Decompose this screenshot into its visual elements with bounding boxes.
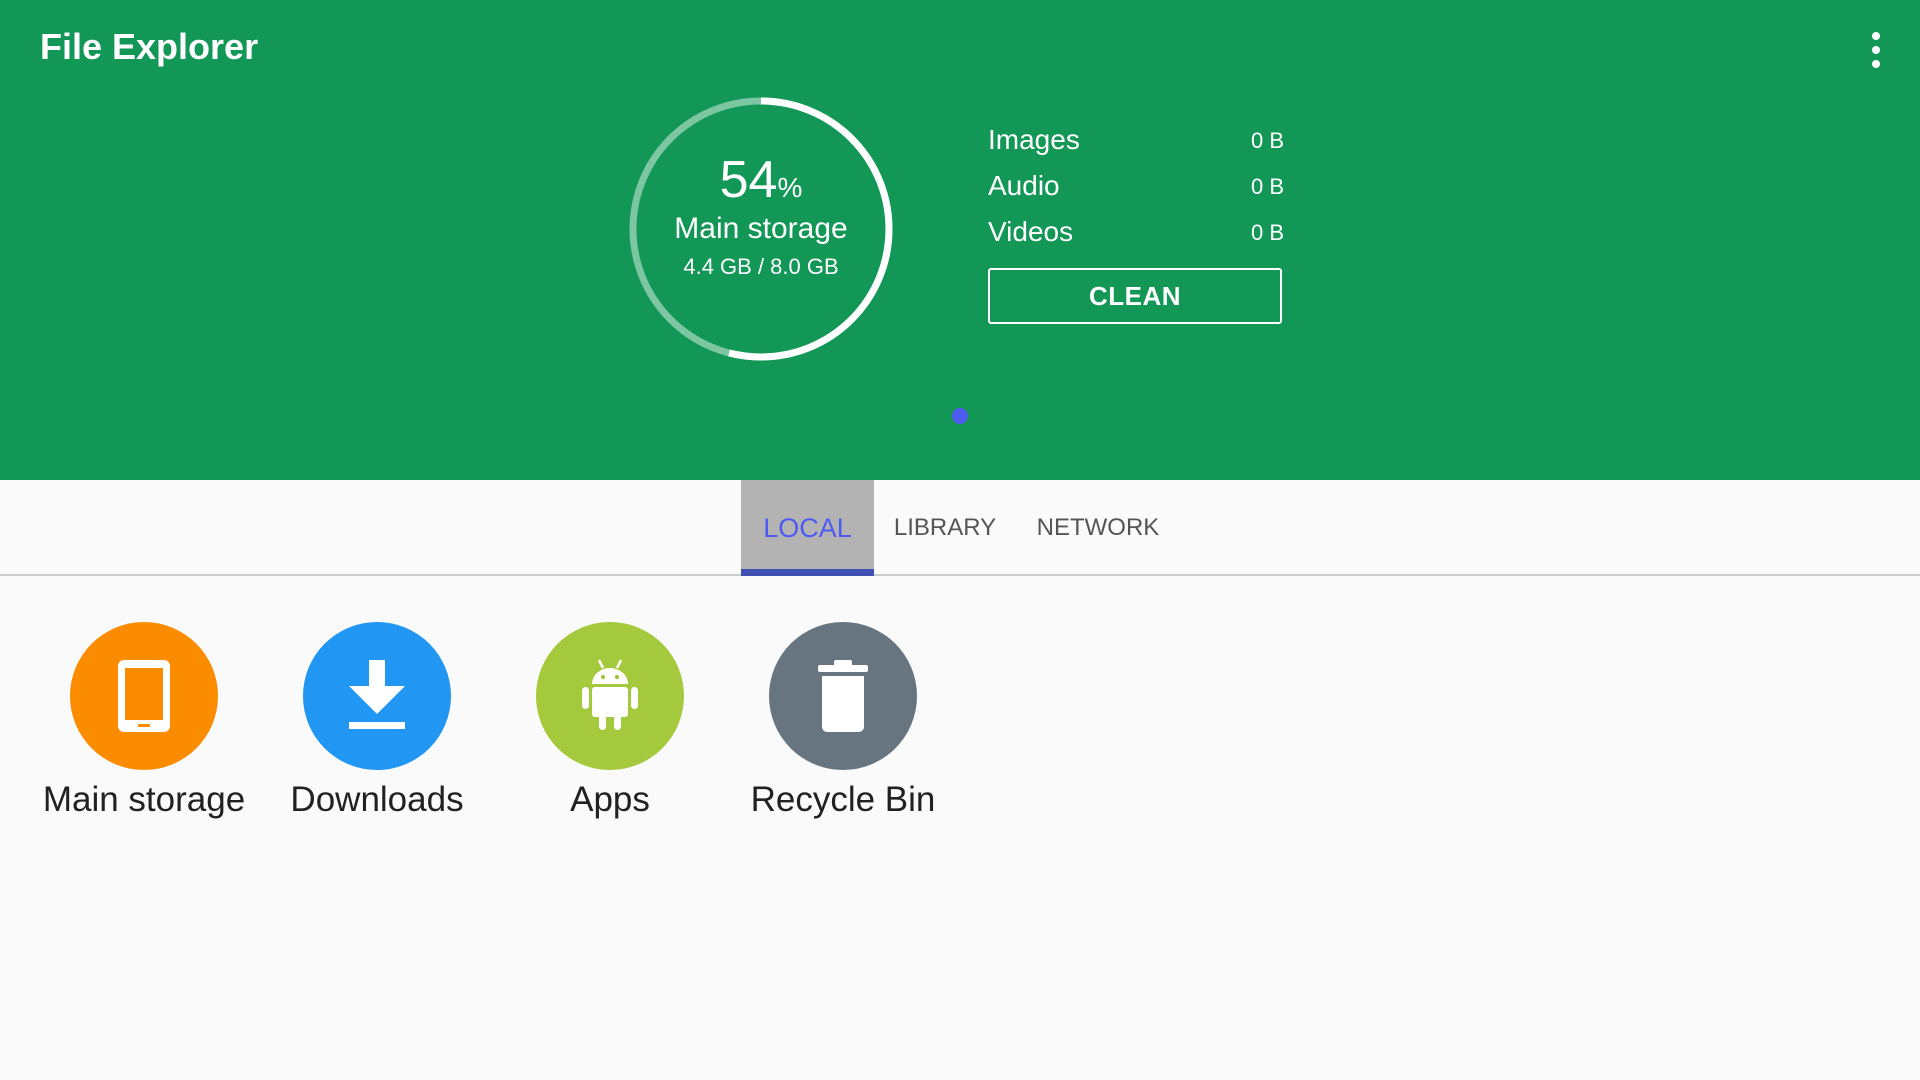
tab-local[interactable]: LOCAL [741, 480, 874, 576]
category-size: 0 B [1250, 174, 1284, 199]
storage-percent-value: 54 [719, 151, 778, 209]
category-name: Images [988, 124, 1080, 155]
shortcut-apps-circle [536, 622, 684, 770]
tablet-icon [118, 660, 170, 732]
shortcut-recycle-bin[interactable]: Recycle Bin [733, 622, 953, 822]
storage-percent: 54% [626, 150, 896, 210]
storage-summary: 54% Main storage 4.4 GB / 8.0 GB [626, 94, 896, 364]
storage-label: Main storage [674, 212, 848, 245]
more-vert-icon[interactable] [1856, 28, 1896, 72]
storage-percent-sign: % [777, 172, 803, 203]
category-name: Videos [988, 216, 1074, 247]
clean-button[interactable]: CLEAN [988, 268, 1282, 324]
storage-header: File Explorer 54% Main storage 4.4 GB / … [0, 0, 1920, 480]
storage-usage: 4.4 GB / 8.0 GB [683, 254, 839, 279]
page-indicator [952, 408, 968, 424]
trash-icon [818, 660, 868, 732]
shortcut-downloads[interactable]: Downloads [267, 622, 487, 822]
category-size: 0 B [1250, 220, 1284, 245]
shortcut-label: Recycle Bin [750, 780, 936, 819]
shortcut-label: Apps [570, 780, 650, 819]
category-list: Images 0 B Audio 0 B Videos 0 B [988, 124, 1284, 262]
category-name: Audio [988, 170, 1060, 201]
shortcut-main-storage-circle [70, 622, 218, 770]
tab-library[interactable]: LIBRARY [874, 480, 1016, 574]
app-title: File Explorer [40, 26, 259, 67]
category-videos: Videos 0 B [988, 216, 1284, 262]
shortcut-apps[interactable]: Apps [500, 622, 720, 822]
shortcut-downloads-circle [303, 622, 451, 770]
tab-bar: LOCAL LIBRARY NETWORK [0, 480, 1920, 576]
category-size: 0 B [1250, 128, 1284, 153]
tab-network[interactable]: NETWORK [1016, 480, 1180, 574]
shortcut-main-storage[interactable]: Main storage [34, 622, 254, 822]
shortcut-label: Main storage [42, 780, 246, 819]
category-images: Images 0 B [988, 124, 1284, 170]
android-icon [582, 659, 638, 730]
file-explorer-app: File Explorer 54% Main storage 4.4 GB / … [0, 0, 1920, 1080]
download-icon [349, 660, 405, 729]
category-audio: Audio 0 B [988, 170, 1284, 216]
storage-ring[interactable]: 54% Main storage 4.4 GB / 8.0 GB [626, 94, 896, 364]
shortcut-label: Downloads [290, 780, 464, 819]
shortcut-recycle-bin-circle [769, 622, 917, 770]
